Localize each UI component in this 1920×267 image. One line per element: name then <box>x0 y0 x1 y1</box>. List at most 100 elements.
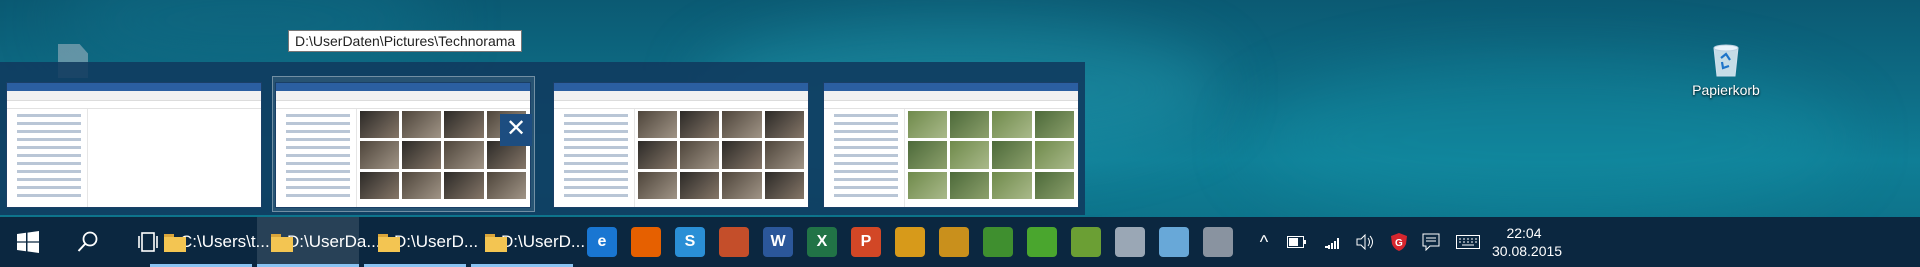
photo-thumb <box>722 111 762 139</box>
thumbnail-address-bar <box>276 101 530 109</box>
photo-thumb <box>486 171 526 199</box>
nav-line <box>564 178 629 181</box>
paint-taskbar-button[interactable] <box>714 217 754 267</box>
nav-line <box>834 146 899 149</box>
clock-app-icon <box>895 227 925 257</box>
nav-line <box>286 138 351 141</box>
photo-thumb <box>950 171 990 199</box>
powerpoint-taskbar-button[interactable]: P <box>846 217 886 267</box>
sync-taskbar-button[interactable]: S <box>670 217 710 267</box>
wifi-icon[interactable] <box>1318 217 1348 267</box>
shield-g-icon[interactable]: G <box>1384 217 1414 267</box>
thumbnail-content <box>907 111 1074 199</box>
sync-icon: S <box>675 227 705 257</box>
taskbar-explorer-window-4[interactable]: D:\UserD... <box>471 217 585 267</box>
clock-app-2-icon <box>939 227 969 257</box>
start-button[interactable] <box>0 217 56 267</box>
tools-taskbar-button[interactable] <box>1198 217 1238 267</box>
tools-icon <box>1203 227 1233 257</box>
show-hidden-icons-button[interactable]: ^ <box>1252 217 1276 267</box>
nav-line <box>17 122 82 125</box>
nav-line <box>17 186 82 189</box>
thumbnail-window-1[interactable] <box>6 82 262 208</box>
nav-line <box>286 130 351 133</box>
powerpoint-icon: P <box>851 227 881 257</box>
volume-icon[interactable] <box>1350 217 1380 267</box>
search-button[interactable] <box>60 217 116 267</box>
word-taskbar-button[interactable]: W <box>758 217 798 267</box>
thumbnail-titlebar <box>554 83 808 91</box>
battery-icon[interactable] <box>1282 217 1312 267</box>
nav-line <box>17 146 82 149</box>
taskbar-preview-panel: ✕ <box>0 62 1085 215</box>
planner-taskbar-button[interactable] <box>1022 217 1062 267</box>
thumbnail-titlebar <box>824 83 1078 91</box>
recycle-bin[interactable]: Papierkorb <box>1678 40 1774 98</box>
recycle-bin-icon <box>1709 40 1743 78</box>
photo-thumb <box>637 171 678 199</box>
nav-line <box>834 138 899 141</box>
nav-line <box>286 170 351 173</box>
thumbnail-window-3[interactable] <box>553 82 809 208</box>
photo-thumb <box>764 171 804 199</box>
photo-thumb <box>1034 111 1074 139</box>
nav-line <box>286 146 351 149</box>
notes-taskbar-button[interactable] <box>1154 217 1194 267</box>
nav-line <box>286 186 351 189</box>
taskbar-explorer-window-3[interactable]: D:\UserD... <box>364 217 478 267</box>
photo-thumb <box>444 171 484 199</box>
system-clock[interactable]: 22:04 30.08.2015 <box>1492 217 1562 267</box>
thumbnail-titlebar <box>7 83 261 91</box>
photo-thumb <box>680 141 720 169</box>
thumbnail-titlebar <box>276 83 530 91</box>
thumbnail-nav-pane <box>276 109 358 207</box>
nav-line <box>834 122 899 125</box>
photo-thumb <box>907 111 948 139</box>
nav-line <box>286 194 351 197</box>
taskbar-window-label: D:\UserD... <box>501 232 586 251</box>
nav-line <box>834 154 899 157</box>
thumbnail-content <box>91 111 257 199</box>
photo-thumb <box>907 171 948 199</box>
firefox-taskbar-button[interactable] <box>626 217 666 267</box>
nav-line <box>17 178 82 181</box>
nav-line <box>564 138 629 141</box>
desktop: Papierkorb D:\UserDaten\Pictures\Technor… <box>0 0 1920 217</box>
taskbar-explorer-window-2[interactable]: D:\UserDa... <box>257 217 381 267</box>
photo-thumb <box>1034 171 1074 199</box>
paint-icon <box>719 227 749 257</box>
thumbnail-window-4[interactable] <box>823 82 1079 208</box>
thumbnail-ribbon <box>554 91 808 101</box>
editor-taskbar-button[interactable] <box>1066 217 1106 267</box>
project-taskbar-button[interactable] <box>978 217 1018 267</box>
scissors-icon <box>1115 227 1145 257</box>
nav-line <box>834 194 899 197</box>
thumbnail-address-bar <box>554 101 808 109</box>
project-icon <box>983 227 1013 257</box>
photo-thumb <box>444 141 484 169</box>
nav-line <box>564 114 629 117</box>
photo-thumb <box>680 111 720 139</box>
nav-line <box>564 122 629 125</box>
thumbnail-ribbon <box>276 91 530 101</box>
excel-taskbar-button[interactable]: X <box>802 217 842 267</box>
nav-line <box>286 114 351 117</box>
edge-taskbar-button[interactable]: e <box>582 217 622 267</box>
clock-app-taskbar-button[interactable] <box>890 217 930 267</box>
keyboard-icon[interactable] <box>1448 217 1488 267</box>
clock-app-2-taskbar-button[interactable] <box>934 217 974 267</box>
photo-thumb <box>722 171 762 199</box>
recycle-bin-label: Papierkorb <box>1692 82 1760 98</box>
nav-line <box>286 122 351 125</box>
photo-thumb <box>359 111 400 139</box>
scissors-taskbar-button[interactable] <box>1110 217 1150 267</box>
clock-time: 22:04 <box>1506 225 1542 241</box>
nav-line <box>564 186 629 189</box>
nav-line <box>17 194 82 197</box>
thumbnail-window-2[interactable] <box>275 82 531 208</box>
action-center-icon[interactable] <box>1416 217 1446 267</box>
thumbnail-ribbon <box>824 91 1078 101</box>
thumbnail-nav-pane <box>554 109 636 207</box>
taskbar-explorer-window-1[interactable]: C:\Users\t... <box>150 217 270 267</box>
close-preview-button[interactable]: ✕ <box>500 114 532 146</box>
